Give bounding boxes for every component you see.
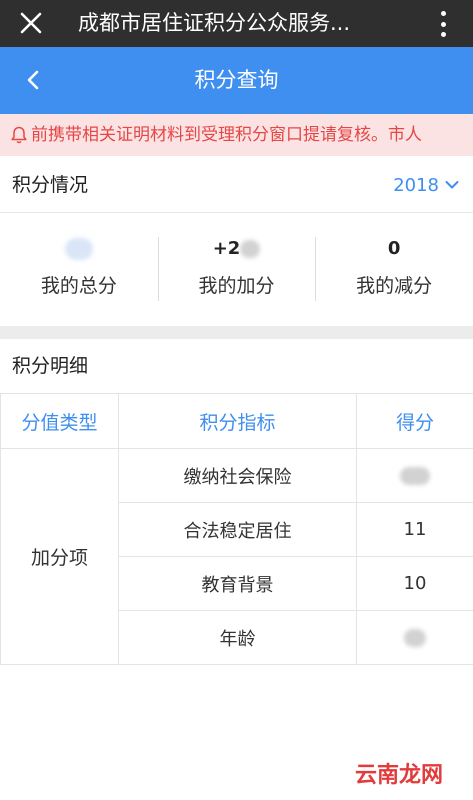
table-row: 加分项 缴纳社会保险 xyxy=(0,448,473,665)
redacted-mark xyxy=(240,240,261,258)
more-vertical-icon[interactable] xyxy=(435,8,451,40)
year-selector[interactable]: 2018 xyxy=(393,157,459,213)
detail-heading: 积分明细 xyxy=(12,355,89,377)
score-cell: 11 xyxy=(356,502,473,557)
detail-header: 积分明细 xyxy=(0,339,473,393)
watermark-logo: 云南龙网 xyxy=(354,763,443,788)
page-title: 积分查询 xyxy=(194,68,279,92)
indicator-cell: 合法稳定居住 xyxy=(118,502,357,557)
column-header-type: 分值类型 xyxy=(0,393,119,449)
stat-deducted[interactable]: 0 我的减分 xyxy=(315,227,473,312)
summary-header: 积分情况 2018 xyxy=(0,157,473,213)
window-title: 成都市居住证积分公众服务... xyxy=(78,11,351,35)
category-cell: 加分项 xyxy=(0,448,119,665)
total-score-label: 我的总分 xyxy=(40,275,117,297)
added-score-value: +2 xyxy=(158,237,316,261)
deducted-score-label: 我的减分 xyxy=(356,275,433,297)
year-value: 2018 xyxy=(393,174,439,196)
deducted-score-value: 0 xyxy=(387,238,401,259)
added-score-label: 我的加分 xyxy=(198,275,275,297)
score-cell: 10 xyxy=(356,556,473,611)
score-summary: 我的总分 +2 我的加分 0 我的减分 xyxy=(0,227,473,312)
column-header-score: 得分 xyxy=(356,393,473,449)
notice-banner: 前携带相关证明材料到受理积分窗口提请复核。市人 xyxy=(0,114,473,156)
indicator-cell: 年龄 xyxy=(118,610,357,665)
redacted-mark xyxy=(400,467,430,485)
close-icon[interactable] xyxy=(15,7,47,39)
table-header-row: 分值类型 积分指标 得分 xyxy=(0,393,473,449)
redacted-mark xyxy=(64,238,93,260)
column-header-indicator: 积分指标 xyxy=(118,393,357,449)
chevron-down-icon xyxy=(445,181,459,189)
notice-text: 前携带相关证明材料到受理积分窗口提请复核。市人 xyxy=(31,125,422,145)
section-divider xyxy=(0,326,473,339)
redacted-mark xyxy=(404,629,426,647)
nav-bar: 积分查询 xyxy=(0,47,473,114)
indicator-cell: 教育背景 xyxy=(118,556,357,611)
total-score-value xyxy=(0,237,158,261)
stat-total[interactable]: 我的总分 xyxy=(0,227,158,312)
bell-icon xyxy=(11,126,27,144)
stat-added[interactable]: +2 我的加分 xyxy=(157,227,316,312)
score-cell xyxy=(356,610,473,665)
top-bar: 成都市居住证积分公众服务... xyxy=(0,0,473,47)
indicator-cell: 缴纳社会保险 xyxy=(118,448,357,503)
summary-heading: 积分情况 xyxy=(12,174,89,196)
score-cell xyxy=(356,448,473,503)
score-detail-table: 分值类型 积分指标 得分 加分项 缴纳社会保险 合法稳定居住 11 教育背景 1… xyxy=(0,393,473,665)
